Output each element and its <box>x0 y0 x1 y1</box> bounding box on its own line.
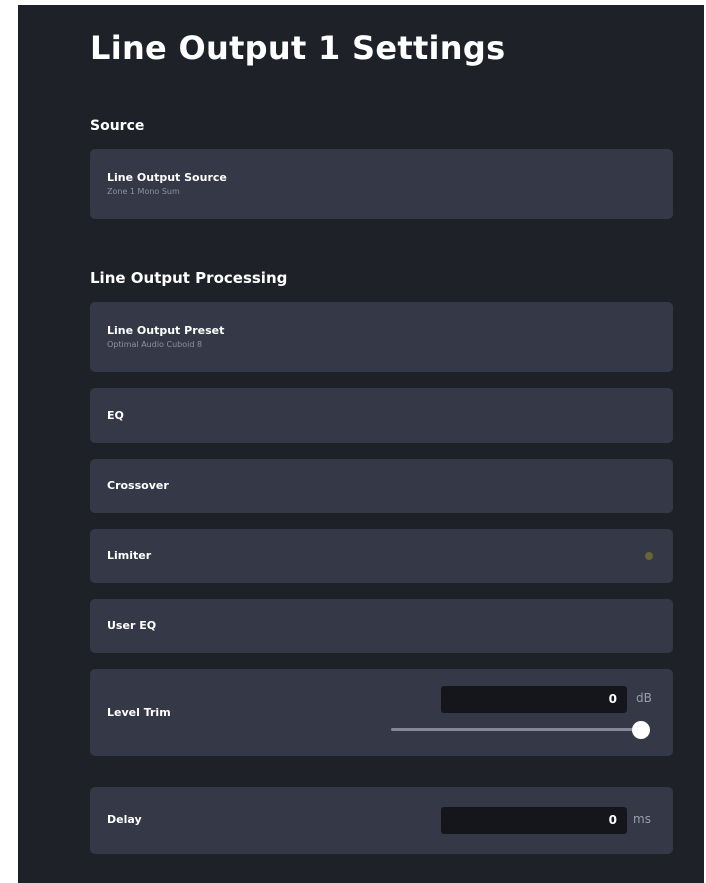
delay-input[interactable]: 0 <box>441 807 627 834</box>
settings-panel: Line Output 1 Settings Source Line Outpu… <box>18 5 704 883</box>
limiter-status-indicator <box>645 552 653 560</box>
user-eq-label: User EQ <box>107 619 157 632</box>
level-trim-label: Level Trim <box>107 706 171 719</box>
section-processing-heading: Line Output Processing <box>90 269 288 287</box>
limiter-row[interactable]: Limiter <box>90 529 673 583</box>
delay-row: Delay 0 ms <box>90 787 673 854</box>
line-output-preset-value: Optimal Audio Cuboid 8 <box>107 340 203 349</box>
line-output-source-row[interactable]: Line Output Source Zone 1 Mono Sum <box>90 149 673 219</box>
limiter-label: Limiter <box>107 549 152 562</box>
crossover-row[interactable]: Crossover <box>90 459 673 513</box>
eq-row[interactable]: EQ <box>90 388 673 443</box>
line-output-source-label: Line Output Source <box>107 171 227 184</box>
level-trim-slider-thumb[interactable] <box>632 721 650 739</box>
crossover-label: Crossover <box>107 479 169 492</box>
page-title: Line Output 1 Settings <box>90 29 506 67</box>
delay-unit: ms <box>633 812 651 826</box>
user-eq-row[interactable]: User EQ <box>90 599 673 653</box>
level-trim-slider-track[interactable] <box>391 728 641 731</box>
section-source-heading: Source <box>90 118 145 134</box>
delay-label: Delay <box>107 813 142 826</box>
level-trim-input[interactable]: 0 <box>441 686 627 713</box>
eq-label: EQ <box>107 409 124 422</box>
line-output-preset-label: Line Output Preset <box>107 324 225 337</box>
level-trim-unit: dB <box>636 691 652 705</box>
level-trim-row: Level Trim 0 dB <box>90 669 673 756</box>
line-output-preset-row[interactable]: Line Output Preset Optimal Audio Cuboid … <box>90 302 673 372</box>
line-output-source-value: Zone 1 Mono Sum <box>107 187 180 196</box>
